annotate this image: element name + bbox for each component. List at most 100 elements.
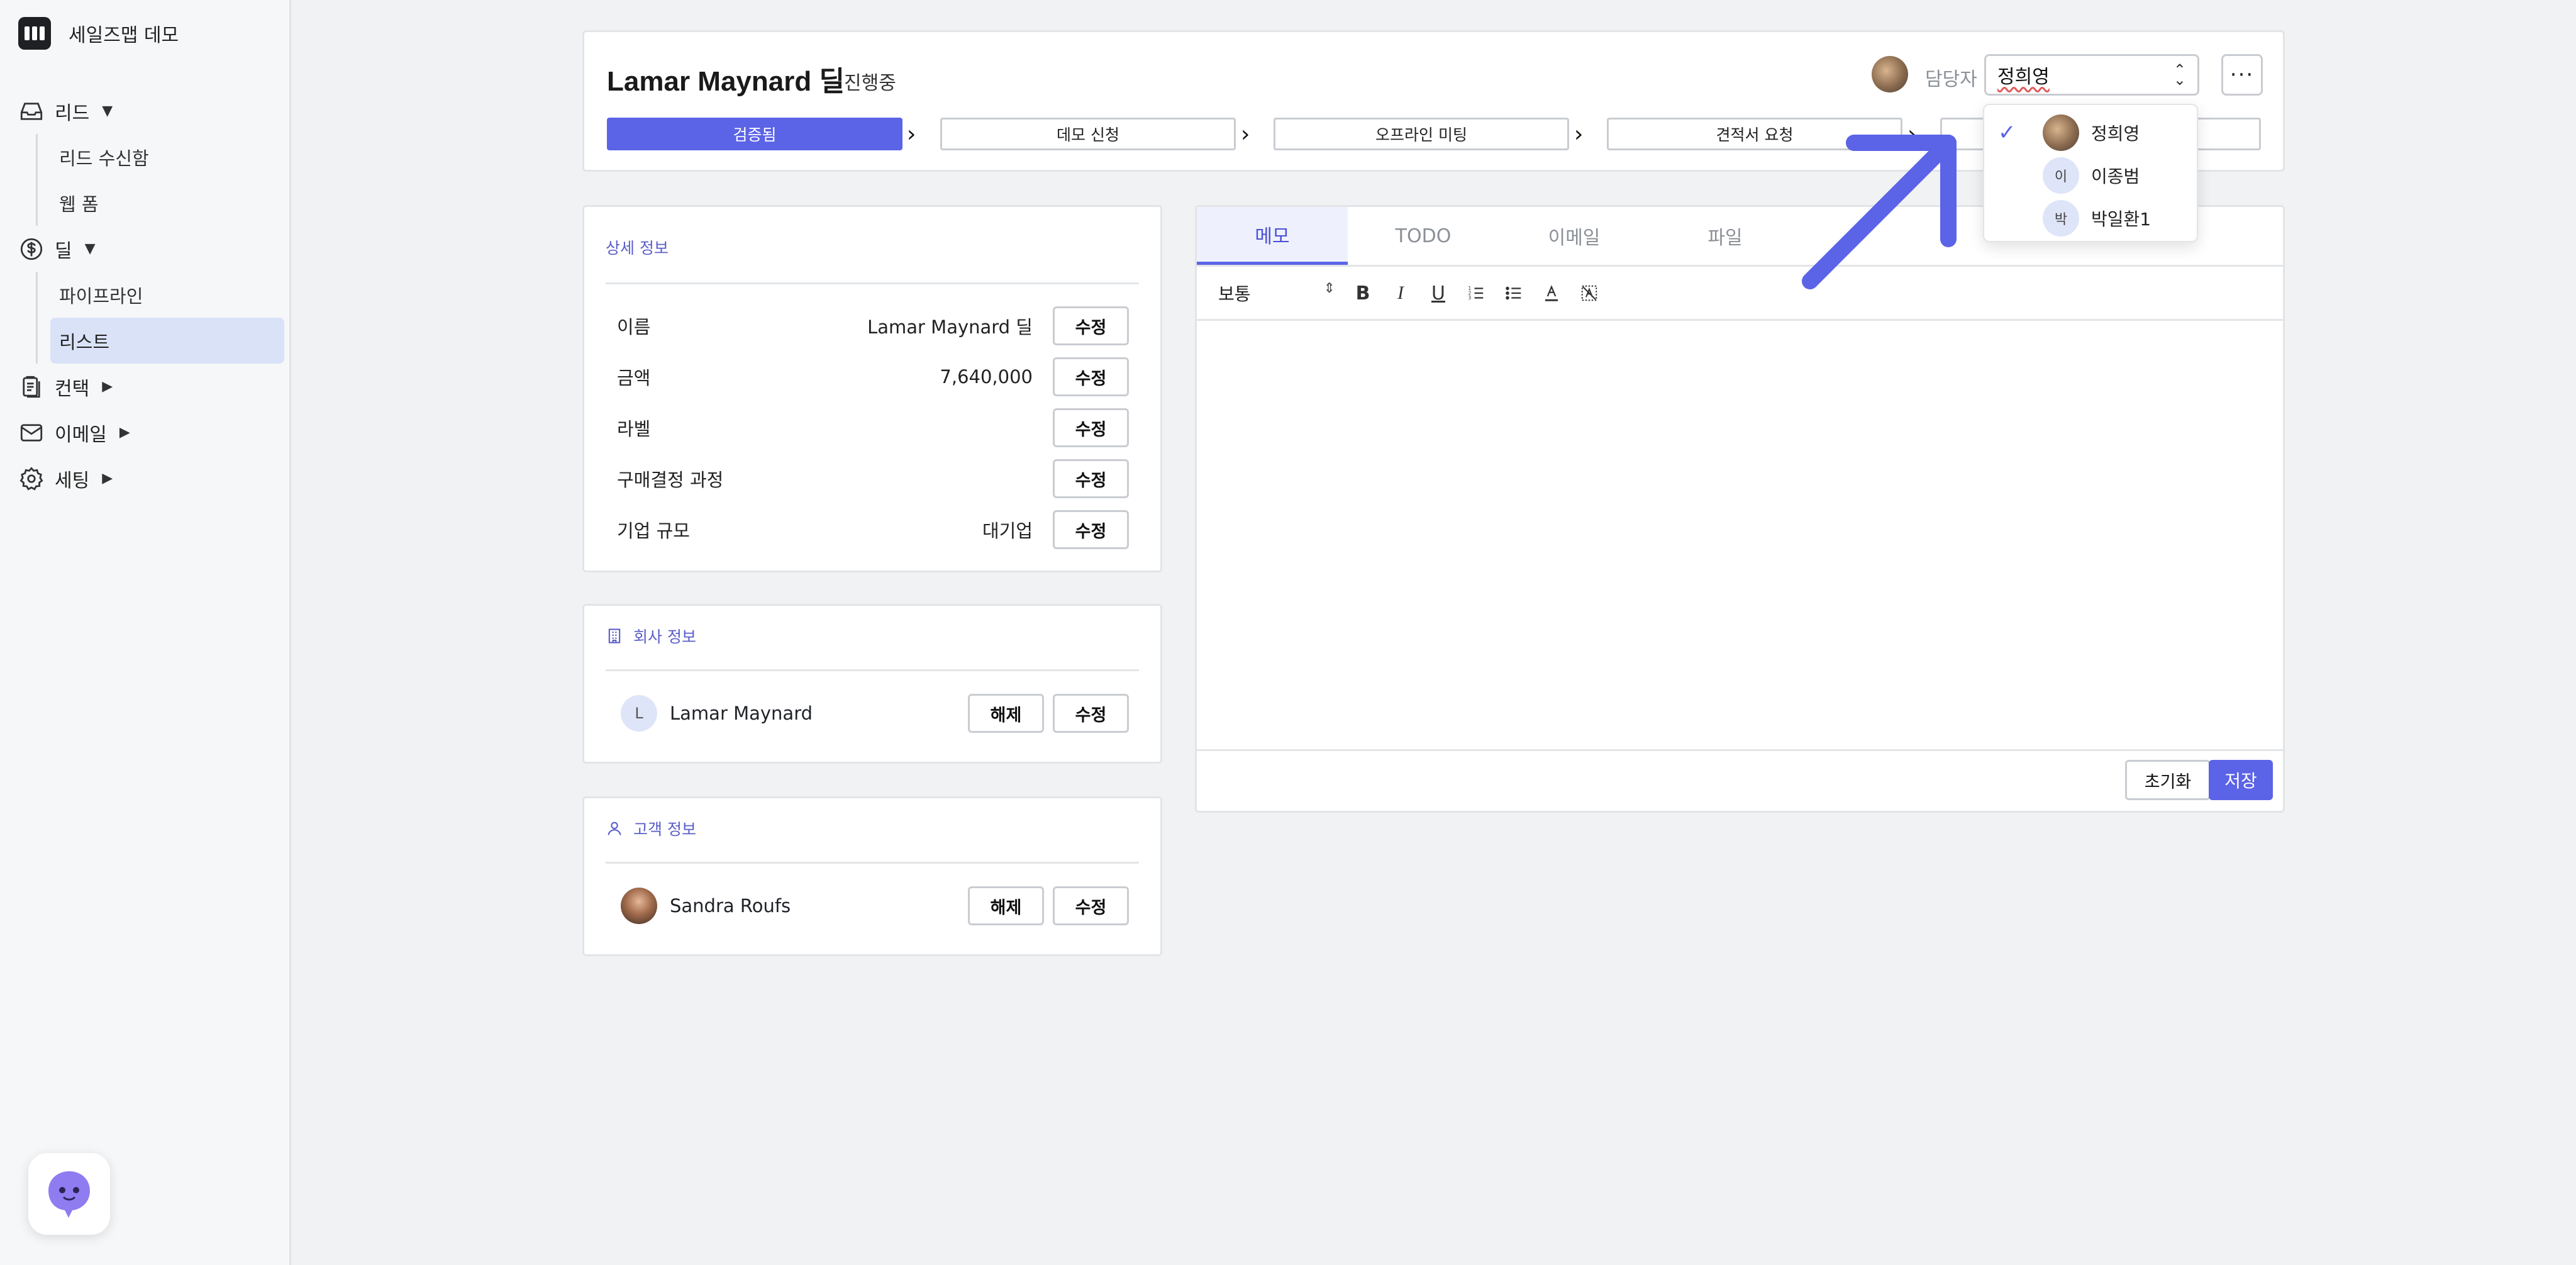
nav-sub-leads: 리드 수신함 웹 폼 [36,134,282,226]
caret-down-icon: ▼ [102,103,113,119]
bold-icon[interactable]: B [1344,277,1382,309]
tab-email[interactable]: 이메일 [1499,207,1650,265]
nav-item-label: 이메일 [55,423,107,446]
more-options-button[interactable]: ··· [2221,54,2263,96]
stage-quote-request[interactable]: 견적서 요청 [1607,118,1902,150]
mail-icon [20,423,43,442]
company-info-title: 회사 정보 [633,628,696,646]
owner-option[interactable]: ✓ 정희영 [1984,111,2197,154]
nav-sub-deals: 파이프라인 리스트 [36,272,284,364]
tab-files[interactable]: 파일 [1650,207,1801,265]
unlink-button[interactable]: 해제 [968,694,1044,733]
unlink-button[interactable]: 해제 [968,886,1044,925]
caret-right-icon: ▶ [102,379,113,394]
nav-item-label: 리드 [55,102,90,125]
company-row: L Lamar Maynard 해제 수정 [621,693,1129,734]
check-icon: ✓ [1998,120,2016,145]
dollar-icon [20,238,43,260]
customer-info-title: 고객 정보 [633,820,696,839]
user-icon [608,822,621,835]
edit-button[interactable]: 수정 [1053,510,1129,549]
sidebar: 세일즈맵 데모 리드 ▼ 리드 수신함 웹 폼 딜 ▼ 파이프라인 리스트 컨택… [0,0,291,1265]
detail-row-company-size: 기업 규모 대기업 수정 [617,509,1129,550]
nav-item-list[interactable]: 리스트 [50,318,284,364]
italic-icon[interactable]: I [1382,277,1419,309]
owner-option-name: 이종범 [2091,166,2140,187]
edit-button[interactable]: 수정 [1053,357,1129,396]
ordered-list-icon[interactable]: 123 [1457,277,1495,309]
customer-avatar [621,888,657,924]
owner-select[interactable]: 정희영 ⌃ ⌄ [1984,54,2199,96]
company-info-card: 회사 정보 L Lamar Maynard 해제 수정 [582,604,1162,764]
nav-item-deals[interactable]: 딜 ▼ [18,226,282,272]
tab-memo[interactable]: 메모 [1197,207,1348,265]
nav-item-web-form[interactable]: 웹 폼 [59,180,282,226]
deal-title: Lamar Maynard 딜 [607,66,845,97]
owner-option-name: 정희영 [2091,123,2140,144]
edit-button[interactable]: 수정 [1053,886,1129,925]
svg-text:3: 3 [1468,295,1472,301]
app-name: 세일즈맵 데모 [69,25,179,47]
detail-value: 7,640,000 [940,366,1033,387]
nav-item-lead-inbox[interactable]: 리드 수신함 [59,134,282,180]
text-style-select[interactable]: 보통 [1218,281,1344,306]
activity-tabs: 메모 TODO 이메일 파일 [1197,207,1801,265]
stage-verified[interactable]: 검증됨 [607,118,902,150]
nav-item-settings[interactable]: 세팅 ▶ [18,455,282,501]
customer-name[interactable]: Sandra Roufs [670,895,791,917]
nav-item-label: 컨택 [55,377,90,400]
chat-bot-button[interactable] [28,1153,110,1235]
chevron-right-icon: › [907,121,916,147]
divider [1197,749,2283,751]
tab-todo[interactable]: TODO [1348,207,1499,265]
edit-button[interactable]: 수정 [1053,408,1129,447]
nav-item-pipeline[interactable]: 파이프라인 [59,272,282,318]
clear-format-icon[interactable] [1570,277,1608,309]
brand[interactable]: 세일즈맵 데모 [18,17,179,50]
customer-info-card: 고객 정보 Sandra Roufs 해제 수정 [582,796,1162,956]
edit-button[interactable]: 수정 [1053,306,1129,345]
deal-status: 진행중 [844,72,896,94]
edit-button[interactable]: 수정 [1053,459,1129,498]
memo-editor[interactable] [1197,321,2283,749]
divider [606,669,1139,671]
detail-label: 구매결정 과정 [617,469,724,491]
detail-info-title: 상세 정보 [606,239,669,257]
avatar: 이 [2043,157,2079,194]
divider [606,282,1139,284]
stage-demo-request[interactable]: 데모 신청 [940,118,1236,150]
save-button[interactable]: 저장 [2209,760,2273,800]
main-nav: 리드 ▼ 리드 수신함 웹 폼 딜 ▼ 파이프라인 리스트 컨택 ▶ 이메일 ▶ [18,88,284,501]
owner-option[interactable]: 박 박일환1 [1984,197,2197,240]
owner-option[interactable]: 이 이종범 [1984,154,2197,197]
detail-row-amount: 금액 7,640,000 수정 [617,356,1129,398]
nav-item-label: 세팅 [55,469,90,492]
chevron-right-icon: › [1574,121,1584,147]
detail-label: 금액 [617,367,651,389]
inbox-icon [20,102,43,120]
editor-toolbar: 보통 B I U 123 [1218,277,1608,309]
app-logo-icon [18,17,51,50]
company-info-header: 회사 정보 [606,625,696,647]
underline-icon[interactable]: U [1419,277,1457,309]
stage-offline-meeting[interactable]: 오프라인 미팅 [1274,118,1569,150]
detail-info-card: 상세 정보 이름 Lamar Maynard 딜 수정 금액 7,640,000… [582,205,1162,572]
reset-button[interactable]: 초기화 [2125,760,2211,800]
divider [1197,265,2283,267]
gear-icon [19,466,43,490]
nav-item-email[interactable]: 이메일 ▶ [18,410,282,455]
caret-right-icon: ▶ [102,471,113,486]
nav-item-contacts[interactable]: 컨택 ▶ [18,364,282,410]
nav-item-leads[interactable]: 리드 ▼ [18,88,282,134]
caret-right-icon: ▶ [119,425,130,440]
text-color-icon[interactable] [1533,277,1570,309]
divider [606,862,1139,864]
detail-value: 대기업 [982,520,1033,542]
detail-value: Lamar Maynard 딜 [867,316,1033,338]
detail-label: 기업 규모 [617,520,690,542]
chat-bot-icon [48,1171,90,1218]
avatar [2043,114,2079,151]
bullet-list-icon[interactable] [1495,277,1533,309]
edit-button[interactable]: 수정 [1053,694,1129,733]
company-name[interactable]: Lamar Maynard [670,703,813,724]
